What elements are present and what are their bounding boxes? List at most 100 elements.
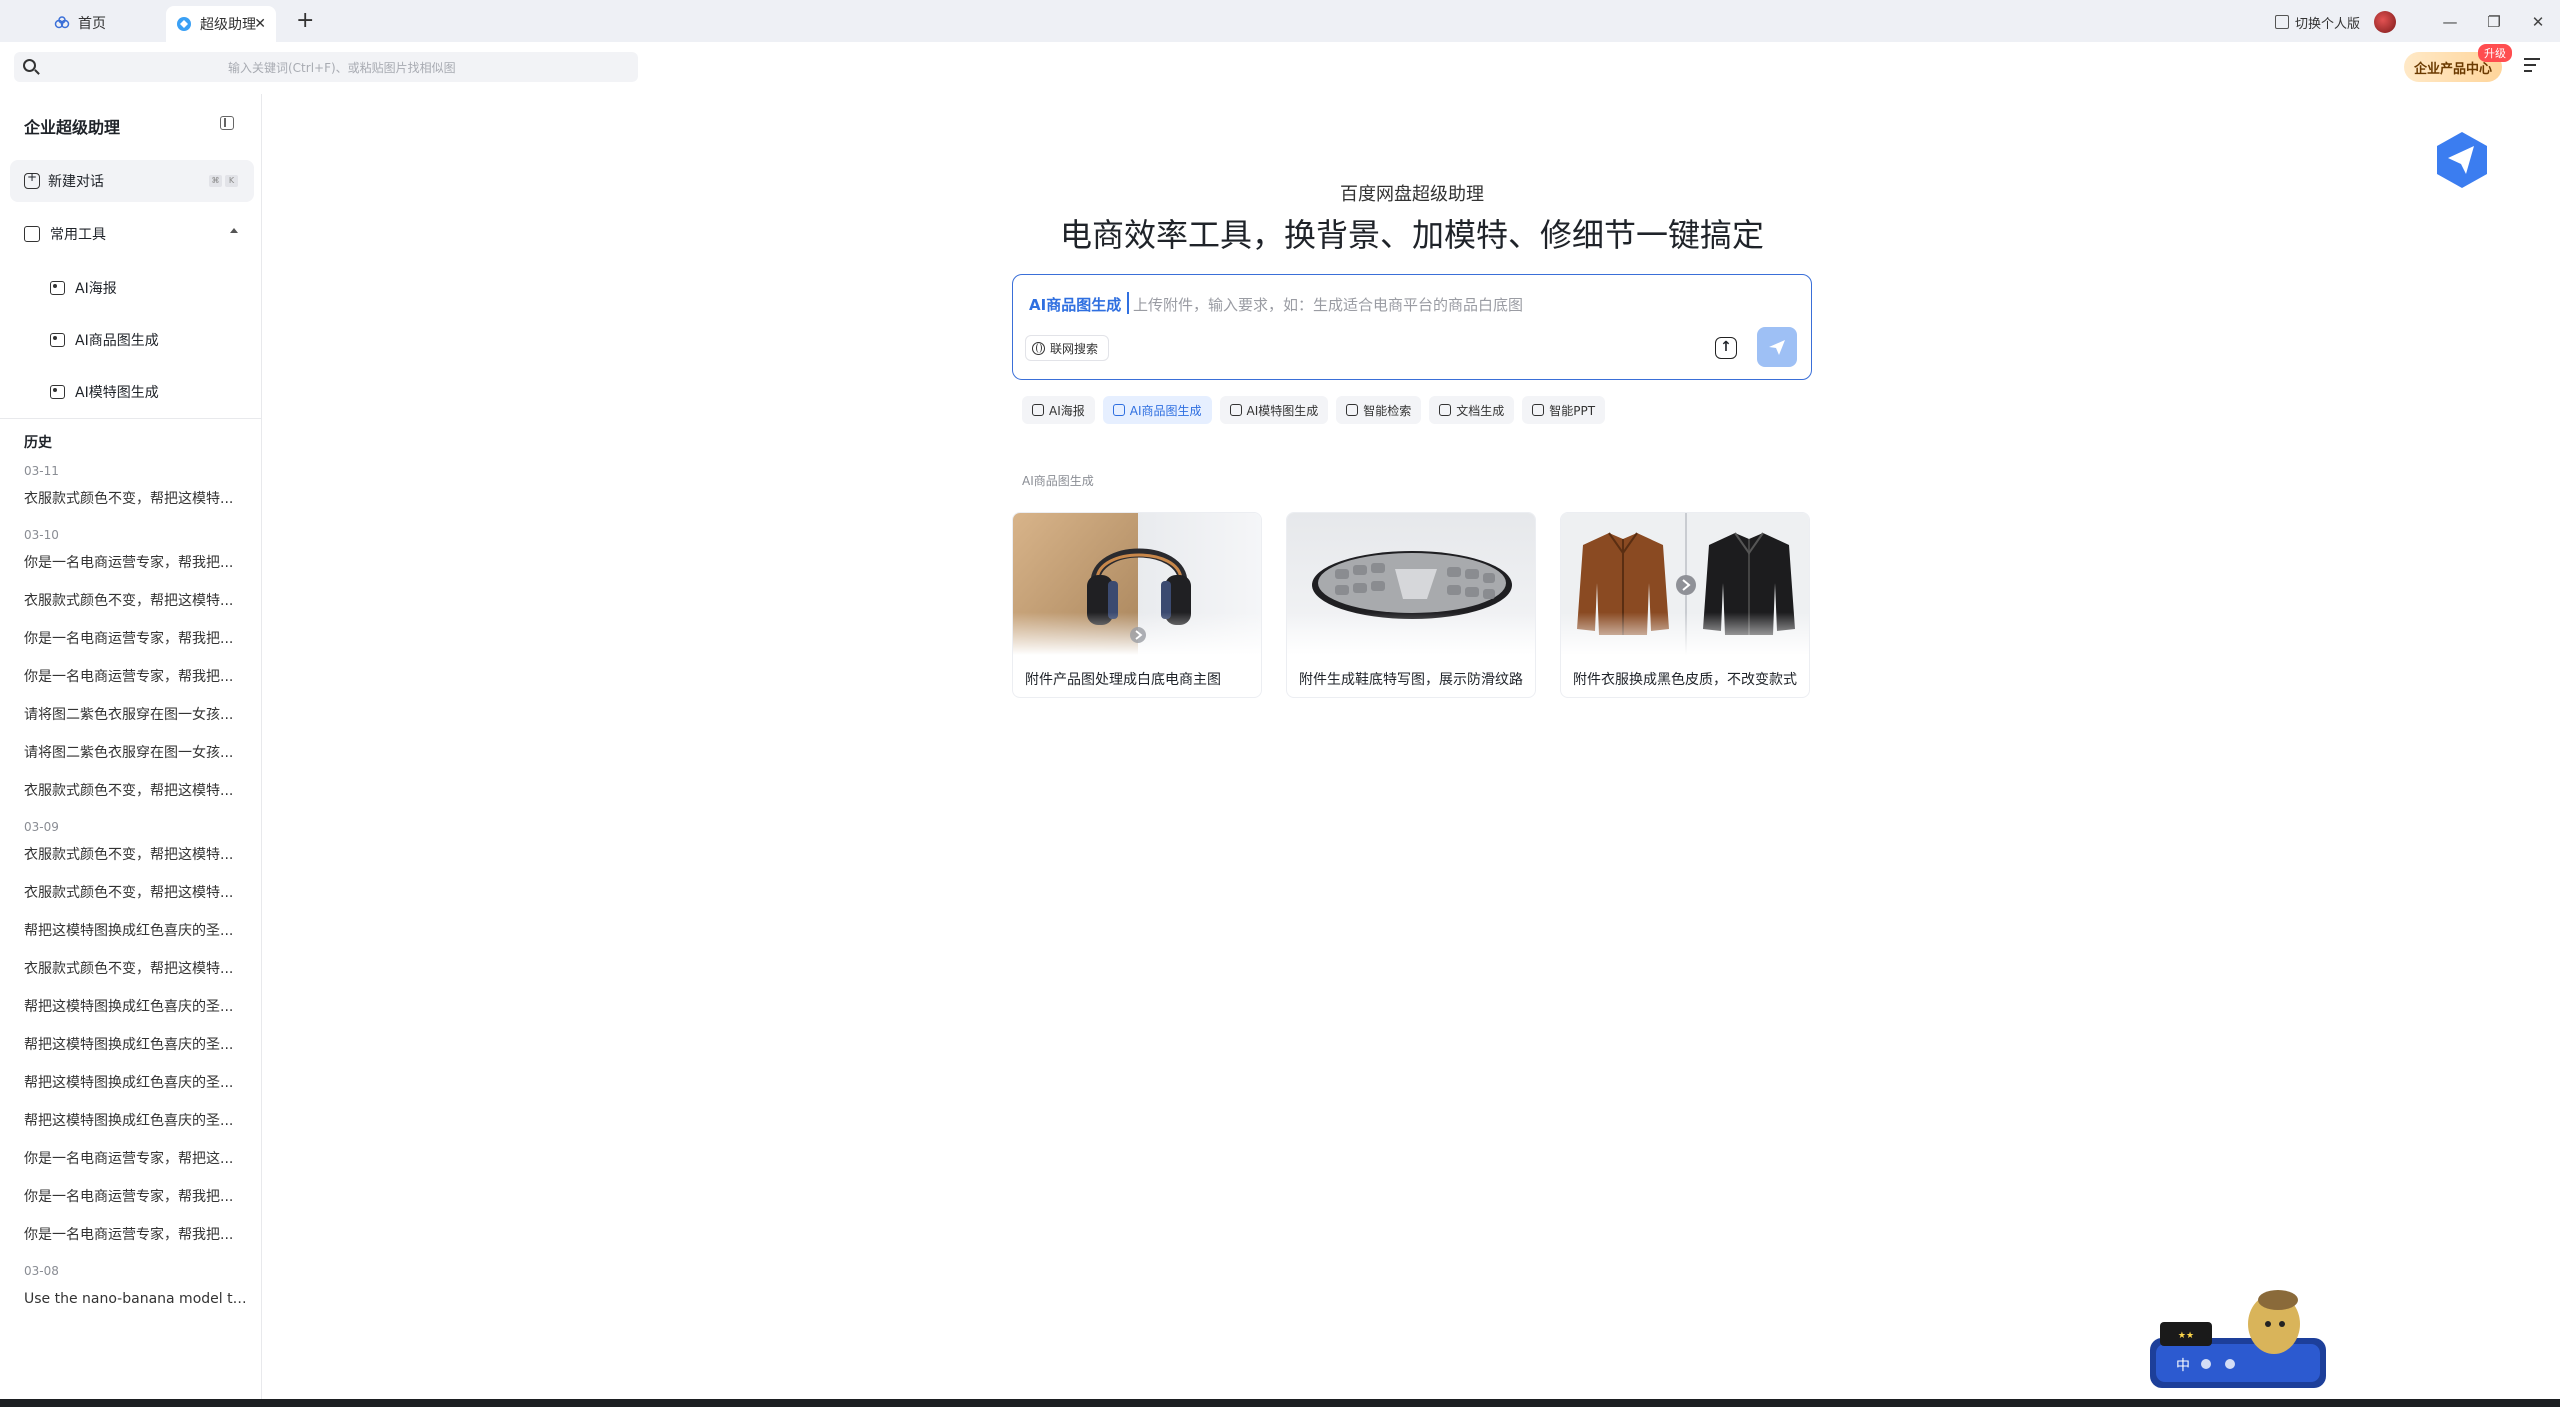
history-item[interactable]: 你是一名电商运营专家，帮我把... [24,544,250,582]
image-icon [50,281,65,295]
prompt-composer[interactable]: AI商品图生成 上传附件，输入要求，如：生成适合电商平台的商品白底图 联网搜索 … [1012,274,1812,380]
chip-label: 智能检索 [1363,403,1412,418]
history-title: 历史 [24,435,52,451]
card-image-headphones [1013,513,1261,655]
search-input[interactable]: 输入关键词(Ctrl+F)、或粘贴图片找相似图 [14,52,638,82]
example-card-shoe[interactable]: 附件生成鞋底特写图，展示防滑纹路 [1286,512,1536,698]
image-icon [1112,404,1125,416]
sidebar-item-ai-product-image[interactable]: AI商品图生成 [50,330,159,350]
switch-icon [2274,15,2289,29]
tool-label: AI商品图生成 [75,333,159,349]
switch-personal-button[interactable]: 切换个人版 [2274,13,2360,32]
history-item[interactable]: 你是一名电商运营专家，帮我把... [24,1178,250,1216]
history-item[interactable]: 帮把这模特图换成红色喜庆的圣... [24,912,250,950]
search-placeholder: 输入关键词(Ctrl+F)、或粘贴图片找相似图 [228,61,456,75]
collapse-sidebar-icon[interactable] [220,116,234,130]
upgrade-badge: 升级 [2478,44,2512,62]
history-item[interactable]: 衣服款式颜色不变，帮把这模特... [24,836,250,874]
send-button[interactable] [1757,327,1797,367]
sidebar-item-ai-model-image[interactable]: AI模特图生成 [50,382,159,402]
document-icon [1439,404,1452,416]
history-item[interactable]: 你是一名电商运营专家，帮我把... [24,1216,250,1254]
history-item[interactable]: 你是一名电商运营专家，帮我把... [24,620,250,658]
history-item[interactable]: 帮把这模特图换成红色喜庆的圣... [24,1064,250,1102]
close-tab-icon[interactable]: ✕ [254,16,266,32]
history-item[interactable]: 请将图二紫色衣服穿在图一女孩... [24,734,250,772]
svg-text:★★: ★★ [2178,1331,2194,1341]
shortcut-hint: ⌘ K [209,175,238,187]
image-icon [1032,404,1044,416]
history-item[interactable]: 你是一名电商运营专家，帮把这... [24,1140,250,1178]
sidebar: 企业超级助理 新建对话 ⌘ K 常用工具 AI海报 AI商品图生成 AI模特图生… [0,94,262,1399]
close-icon[interactable]: ✕ [2516,13,2560,31]
common-tools-label: 常用工具 [50,227,106,243]
chip-ai-poster[interactable]: AI海报 [1022,396,1095,424]
ppt-icon [1532,404,1545,416]
history-item[interactable]: 衣服款式颜色不变，帮把这模特... [24,480,250,518]
chip-label: AI海报 [1049,403,1085,418]
chip-doc-generate[interactable]: 文档生成 [1429,396,1515,424]
cube-icon [24,226,40,242]
history-item[interactable]: 衣服款式颜色不变，帮把这模特... [24,772,250,810]
prompt-input[interactable]: 上传附件，输入要求，如：生成适合电商平台的商品白底图 [1133,294,1523,315]
history-item[interactable]: 帮把这模特图换成红色喜庆的圣... [24,1102,250,1140]
assistant-logo-icon [2434,130,2490,190]
history-item[interactable]: 衣服款式颜色不变，帮把这模特... [24,950,250,988]
search-icon [23,59,36,72]
restore-icon[interactable]: ❐ [2472,13,2516,31]
new-chat-button[interactable]: 新建对话 ⌘ K [10,160,254,202]
web-search-label: 联网搜索 [1050,341,1099,356]
chip-label: AI商品图生成 [1129,403,1202,418]
history-item[interactable]: 衣服款式颜色不变，帮把这模特... [24,874,250,912]
switch-personal-label: 切换个人版 [2294,16,2360,32]
divider [0,418,262,419]
chip-smart-search[interactable]: 智能检索 [1336,396,1422,424]
mode-tag[interactable]: AI商品图生成 [1029,294,1121,315]
web-search-toggle[interactable]: 联网搜索 [1025,335,1110,361]
upload-icon[interactable]: ↑ [1715,337,1737,359]
mascot-widget[interactable]: ★★ 中 [2146,1280,2326,1396]
sidebar-title: 企业超级助理 [24,118,121,137]
search-doc-icon [1346,404,1359,416]
tool-label: AI模特图生成 [75,385,159,401]
tool-label: AI海报 [75,281,117,297]
example-card-jackets[interactable]: 附件衣服换成黑色皮质，不改变款式 [1560,512,1810,698]
history-date: 03-10 [24,528,59,542]
tool-chips: AI海报 AI商品图生成 AI模特图生成 智能检索 文档生成 智能PPT [1022,396,1606,424]
history-date: 03-11 [24,464,59,478]
avatar[interactable] [2374,11,2396,33]
title-bar: 首页 超级助理 ✕ + 切换个人版 — ❐ ✕ [0,0,2560,42]
tab-label: 超级助理 [200,17,256,33]
menu-icon[interactable] [2524,58,2540,72]
chip-label: 文档生成 [1456,403,1505,418]
history-item[interactable]: 帮把这模特图换成红色喜庆的圣... [24,988,250,1026]
shortcut-key: ⌘ [209,175,222,187]
tab-super-assistant[interactable]: 超级助理 ✕ [166,6,276,42]
section-label: AI商品图生成 [1022,474,1094,488]
history-item[interactable]: 你是一名电商运营专家，帮我把... [24,658,250,696]
tab-home[interactable]: 首页 [40,8,160,38]
chip-ai-model-image[interactable]: AI模特图生成 [1219,396,1329,424]
text-cursor [1127,292,1129,314]
history-item[interactable]: 帮把这模特图换成红色喜庆的圣... [24,1026,250,1064]
image-icon [1229,404,1242,416]
example-card-headphones[interactable]: 附件产品图处理成白底电商主图 [1012,512,1262,698]
sidebar-item-ai-poster[interactable]: AI海报 [50,278,117,298]
tab-label: 首页 [78,16,106,32]
chip-smart-ppt[interactable]: 智能PPT [1522,396,1606,424]
chip-ai-product-image[interactable]: AI商品图生成 [1102,396,1212,424]
history-list: 03-11 衣服款式颜色不变，帮把这模特... 03-10 你是一名电商运营专家… [24,454,250,1318]
card-caption: 附件生成鞋底特写图，展示防滑纹路 [1299,672,1523,688]
page-subtitle: 百度网盘超级助理 [1340,184,1484,205]
send-icon [1769,340,1785,355]
history-item[interactable]: 请将图二紫色衣服穿在图一女孩... [24,696,250,734]
image-icon [50,333,65,347]
minimize-icon[interactable]: — [2428,13,2472,31]
history-item[interactable]: 衣服款式颜色不变，帮把这模特... [24,582,250,620]
card-caption: 附件产品图处理成白底电商主图 [1025,672,1221,688]
assistant-icon [176,16,192,32]
new-tab-icon[interactable]: + [296,8,314,33]
common-tools-toggle[interactable]: 常用工具 [24,224,238,244]
history-item[interactable]: Use the nano-banana model to... [24,1280,250,1318]
svg-text:中: 中 [2176,1358,2190,1374]
